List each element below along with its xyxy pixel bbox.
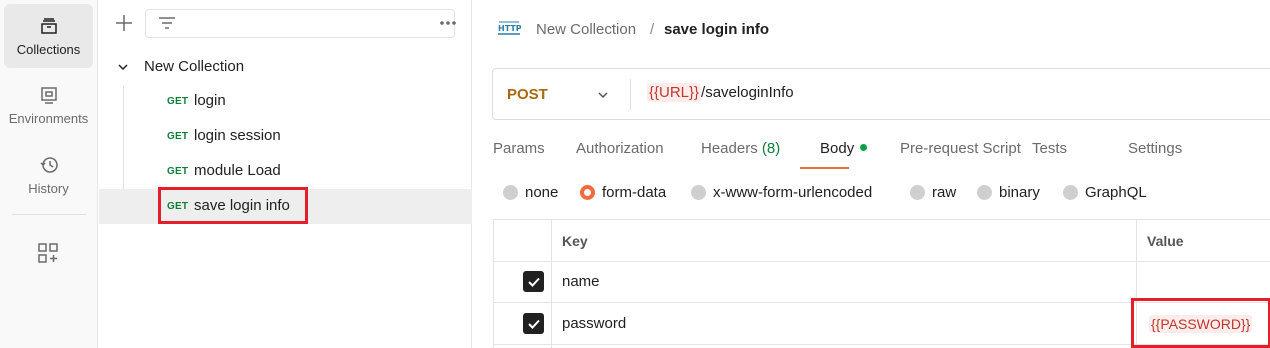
tab-body[interactable]: Body [820,140,868,157]
radio-none[interactable]: none [503,184,558,201]
chevron-down-icon [118,64,128,71]
tab-authorization[interactable]: Authorization [576,140,664,157]
svg-text:HTTP: HTTP [498,24,521,33]
sidebar-item-label: History [28,180,69,196]
body-indicator-dot [860,144,868,151]
filter-input[interactable] [145,9,455,38]
key-cell[interactable]: name [562,273,600,290]
checkmark-icon [527,319,540,329]
icon-rail: Collections Environments History [0,0,98,348]
headers-count: (8) [761,140,781,157]
radio-label: form-data [602,184,667,201]
history-icon [39,156,58,173]
rail-divider [12,214,86,215]
plus-icon[interactable] [113,12,135,34]
radio-dot [1063,185,1078,200]
sidebar-item-history[interactable]: History [4,143,93,207]
url-input[interactable]: {{URL}}/saveloginInfo [647,83,794,102]
tab-label: Headers [701,140,758,157]
radio-raw[interactable]: raw [910,184,956,201]
radio-dot [977,185,992,200]
request-item[interactable]: GET module Load [99,154,472,189]
request-item[interactable]: GET login session [99,119,472,154]
column-header-key: Key [562,233,588,249]
chevron-down-icon[interactable] [597,89,609,101]
table-header-row: Key Value [494,220,1270,262]
tab-headers[interactable]: Headers (8) [701,140,780,157]
tab-tests[interactable]: Tests [1032,140,1067,157]
sidebar-item-environments[interactable]: Environments [4,73,93,137]
tab-settings[interactable]: Settings [1128,140,1182,157]
tab-params[interactable]: Params [493,140,545,157]
add-widget-icon[interactable] [36,241,60,265]
method-badge: GET [167,96,189,107]
request-name: login [194,92,226,109]
table-row: name [494,262,1270,303]
radio-dot [691,185,706,200]
request-item[interactable]: GET login [99,84,472,119]
column-header-value: Value [1147,233,1184,249]
radio-label: none [525,184,559,201]
key-cell[interactable]: password [562,315,626,332]
row-checkbox[interactable] [523,313,544,334]
request-editor: HTTP New Collection / save login info PO… [473,0,1270,348]
form-data-table: Key Value name password {{PASSWORD}} [493,219,1270,348]
url-bar: POST {{URL}}/saveloginInfo [492,68,1270,120]
radio-label: x-www-form-urlencoded [713,184,873,201]
active-tab-underline [800,167,849,169]
request-name: module Load [194,162,281,179]
radio-label: GraphQL [1085,184,1147,201]
radio-graphql[interactable]: GraphQL [1063,184,1147,201]
sidebar-item-collections[interactable]: Collections [4,4,93,68]
http-request-icon: HTTP [498,21,521,35]
environments-icon [40,86,57,104]
radio-x-www-form-urlencoded[interactable]: x-www-form-urlencoded [691,184,872,201]
collection-item[interactable]: New Collection [99,53,472,81]
radio-dot [503,185,518,200]
radio-label: binary [999,184,1040,201]
url-divider [630,79,631,110]
table-row: password {{PASSWORD}} [494,303,1270,345]
method-badge: GET [167,131,189,142]
request-item-selected[interactable]: GET save login info [99,189,472,224]
collections-panel: New Collection GET login GET login sessi… [99,0,472,348]
radio-label: raw [932,184,957,201]
method-select[interactable]: POST [507,86,548,103]
checkmark-icon [527,277,540,287]
collections-icon [40,17,57,34]
sidebar-item-label: Collections [16,41,81,57]
request-name: login session [194,127,281,144]
more-options-icon[interactable] [437,12,459,34]
collection-name: New Collection [144,58,245,75]
row-checkbox[interactable] [523,271,544,292]
breadcrumb-separator: / [650,21,655,38]
request-name: save login info [194,197,290,214]
tab-label: Body [820,140,855,157]
radio-form-data[interactable]: form-data [580,184,666,201]
filter-icon [159,17,175,29]
value-cell[interactable]: {{PASSWORD}} [1149,315,1253,333]
radio-binary[interactable]: binary [977,184,1040,201]
radio-dot [910,185,925,200]
tab-pre-request-script[interactable]: Pre-request Script [900,140,1021,157]
url-path: /saveloginInfo [701,84,794,101]
method-badge: GET [167,166,189,177]
method-badge: GET [167,201,189,212]
breadcrumb-collection[interactable]: New Collection [536,21,636,38]
url-variable: {{URL}} [647,83,702,102]
radio-dot-selected [580,185,595,200]
sidebar-item-label: Environments [8,110,89,126]
breadcrumb-request[interactable]: save login info [664,21,769,38]
